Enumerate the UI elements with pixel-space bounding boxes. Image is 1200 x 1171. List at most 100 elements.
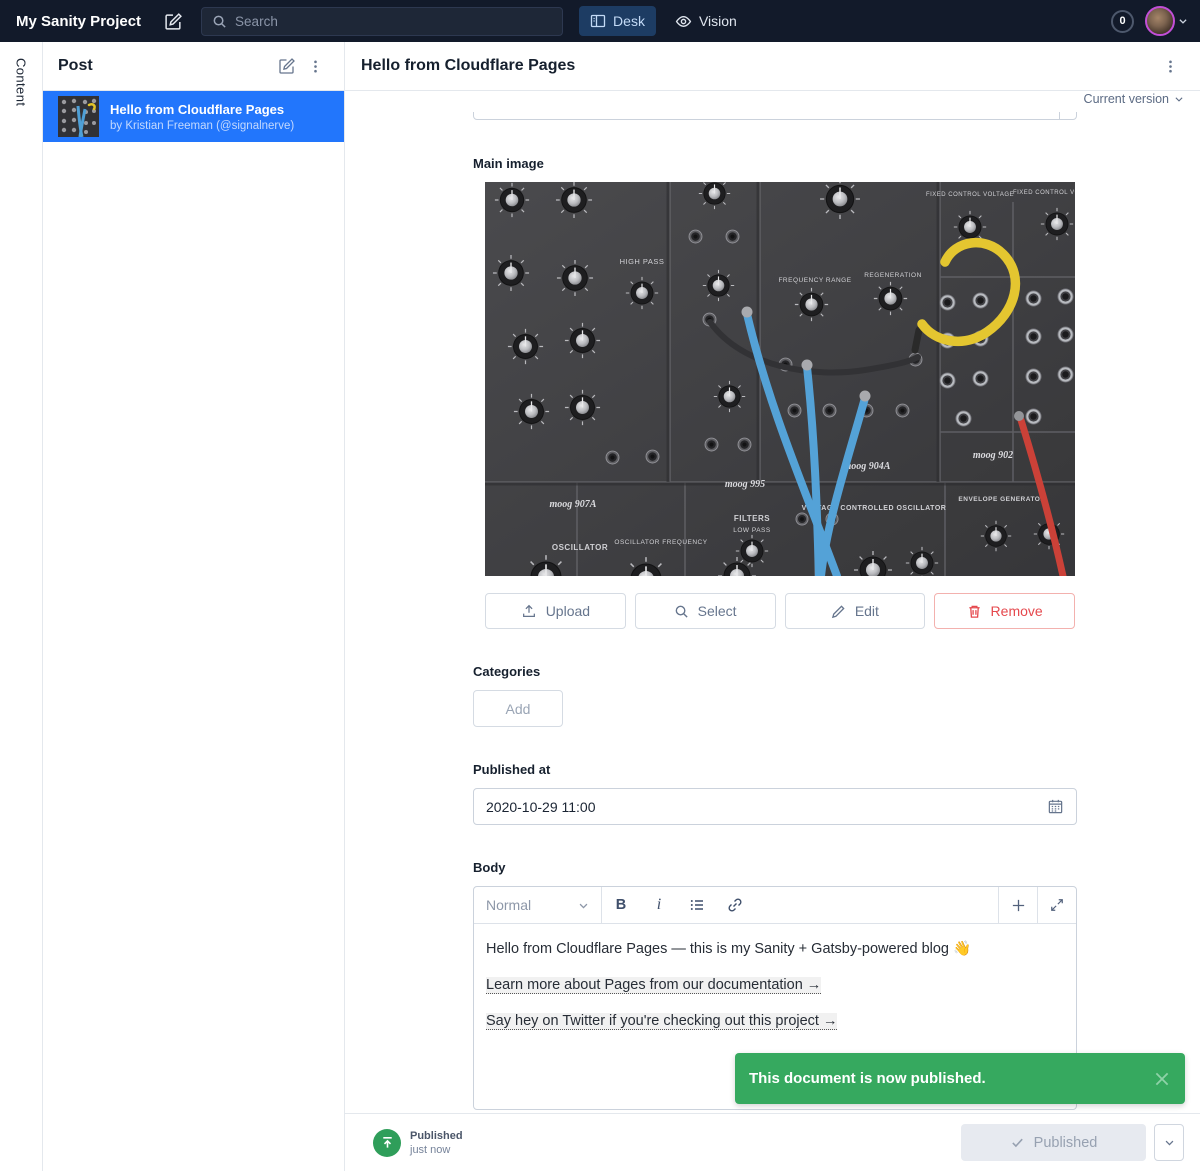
presence-count-badge[interactable]: 0: [1111, 10, 1134, 33]
block-style-value: Normal: [486, 897, 578, 913]
remove-label: Remove: [991, 603, 1043, 619]
upload-label: Upload: [546, 603, 590, 619]
field-label-main-image: Main image: [473, 156, 1077, 172]
sidebar-rail: Content: [0, 42, 43, 1171]
bold-button[interactable]: B: [602, 887, 640, 923]
navbar-right: 0: [1111, 6, 1188, 36]
select-button[interactable]: Select: [635, 593, 776, 629]
document-title: Hello from Cloudflare Pages: [361, 57, 1156, 75]
check-icon: [1010, 1135, 1025, 1150]
trash-icon: [967, 604, 982, 619]
bullet-list-icon: [689, 897, 705, 913]
search-icon: [212, 14, 227, 29]
chevron-down-icon: [578, 900, 589, 911]
document-editor-pane: Hello from Cloudflare Pages Current vers…: [345, 42, 1200, 1171]
publish-status-label: Published: [410, 1130, 463, 1142]
user-menu[interactable]: [1145, 6, 1188, 36]
eye-icon: [675, 13, 692, 30]
search-input[interactable]: [235, 14, 552, 29]
editor-toolbar: Normal B i: [474, 887, 1076, 924]
publish-status-text: Published just now: [410, 1130, 463, 1156]
tab-desk[interactable]: Desk: [579, 6, 656, 36]
publish-status-time: just now: [410, 1144, 463, 1156]
slug-field-remnant: [473, 112, 1077, 120]
dots-vertical-icon: [1163, 59, 1178, 74]
tool-tabs: Desk Vision: [579, 6, 748, 36]
tab-vision[interactable]: Vision: [664, 6, 748, 36]
list-pane-menu-button[interactable]: [301, 52, 329, 80]
document-footer: Published just now Published: [345, 1113, 1200, 1171]
publish-menu-button[interactable]: [1154, 1124, 1184, 1161]
chevron-down-icon: [1178, 16, 1188, 26]
published-icon: [373, 1129, 401, 1157]
close-icon[interactable]: [1153, 1070, 1171, 1088]
synthesizer-photo: HIGH PASS FREQUENCY RANGE REGENERATION F…: [485, 182, 1075, 576]
new-document-button[interactable]: [161, 9, 185, 33]
image-actions: Upload Select Edit: [485, 593, 1075, 629]
sanity-studio-app: My Sanity Project: [0, 0, 1200, 1171]
tab-vision-label: Vision: [699, 13, 737, 29]
list-item-subtitle: by Kristian Freeman (@signalnerve): [110, 120, 294, 132]
body-link-twitter[interactable]: Say hey on Twitter if you're checking ou…: [486, 1013, 837, 1030]
edit-label: Edit: [855, 603, 879, 619]
list-item-text: Hello from Cloudflare Pages by Kristian …: [110, 102, 294, 132]
document-list-pane: Post: [43, 42, 345, 1171]
search-icon: [674, 604, 689, 619]
compose-icon: [164, 12, 183, 31]
link-button[interactable]: [716, 887, 754, 923]
field-label-published-at: Published at: [473, 762, 1077, 778]
block-style-select[interactable]: Normal: [474, 887, 602, 923]
chevron-down-icon: [1164, 1137, 1175, 1148]
fullscreen-button[interactable]: [1037, 887, 1076, 923]
version-label: Current version: [1084, 92, 1169, 106]
published-at-value: 2020-10-29 11:00: [486, 799, 1047, 815]
publish-button[interactable]: Published: [961, 1124, 1146, 1161]
list-item-post[interactable]: Hello from Cloudflare Pages by Kristian …: [43, 91, 344, 142]
dots-vertical-icon: [308, 59, 323, 74]
body-link-documentation[interactable]: Learn more about Pages from our document…: [486, 977, 821, 994]
toolbar-spacer: [754, 887, 998, 923]
top-navbar: My Sanity Project: [0, 0, 1200, 42]
desk-icon: [590, 13, 606, 29]
tab-desk-label: Desk: [613, 13, 645, 29]
list-item-thumbnail: [58, 96, 99, 137]
create-new-button[interactable]: [273, 52, 301, 80]
select-label: Select: [698, 603, 737, 619]
published-at-input[interactable]: 2020-10-29 11:00: [473, 788, 1077, 825]
upload-icon: [521, 603, 537, 619]
global-search[interactable]: [201, 7, 563, 36]
plus-icon: [1011, 898, 1026, 913]
edit-button[interactable]: Edit: [785, 593, 926, 629]
rail-tab-content[interactable]: Content: [14, 58, 29, 1171]
footer-actions: Published: [961, 1124, 1184, 1161]
document-header: Hello from Cloudflare Pages: [345, 42, 1200, 91]
add-category-button[interactable]: Add: [473, 690, 563, 727]
document-menu-button[interactable]: [1156, 52, 1184, 80]
toast-message: This document is now published.: [749, 1070, 1153, 1087]
body-editor-content[interactable]: Hello from Cloudflare Pages — this is my…: [474, 924, 1076, 1062]
pencil-icon: [831, 604, 846, 619]
link-icon: [727, 897, 743, 913]
chevron-down-icon: [1174, 94, 1184, 104]
bullet-list-button[interactable]: [678, 887, 716, 923]
upload-button[interactable]: Upload: [485, 593, 626, 629]
main-image-preview[interactable]: HIGH PASS FREQUENCY RANGE REGENERATION F…: [485, 182, 1075, 576]
document-form: Main image: [345, 112, 1200, 1113]
list-item-title: Hello from Cloudflare Pages: [110, 102, 294, 117]
field-label-categories: Categories: [473, 664, 1077, 680]
calendar-icon[interactable]: [1047, 798, 1064, 815]
user-avatar: [1145, 6, 1175, 36]
list-pane-title: Post: [58, 57, 273, 75]
remove-button[interactable]: Remove: [934, 593, 1075, 629]
slug-generate-button[interactable]: [1059, 112, 1076, 119]
publish-toast: This document is now published.: [735, 1053, 1185, 1104]
version-selector[interactable]: Current version: [1084, 92, 1184, 106]
expand-icon: [1050, 898, 1064, 912]
project-title: My Sanity Project: [16, 13, 141, 30]
insert-block-button[interactable]: [998, 887, 1037, 923]
publish-status: Published just now: [373, 1129, 463, 1157]
body-paragraph: Hello from Cloudflare Pages — this is my…: [486, 939, 1064, 960]
italic-button[interactable]: i: [640, 887, 678, 923]
list-pane-header: Post: [43, 42, 344, 91]
slug-input[interactable]: [474, 112, 1059, 119]
